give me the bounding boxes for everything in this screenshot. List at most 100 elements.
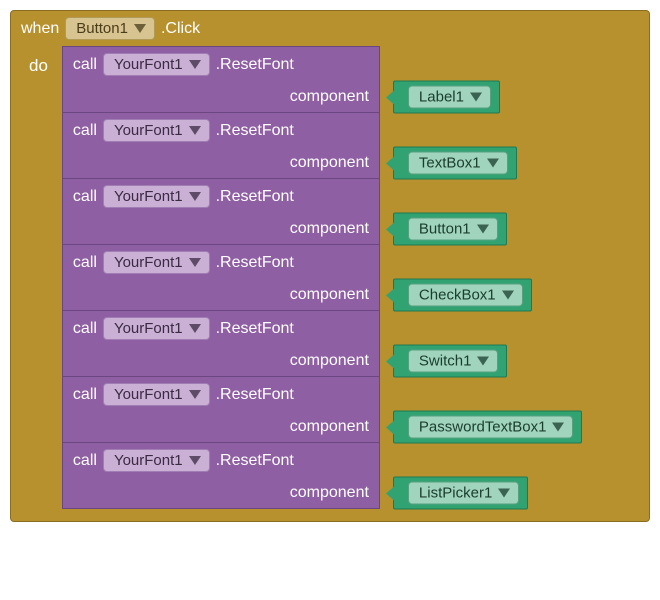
call-method: .ResetFont [216,386,294,404]
call-object-label: YourFont1 [114,56,183,73]
arg-label: component [290,154,369,172]
call-arg-row: componentSwitch1 [63,346,379,376]
call-keyword: call [73,386,97,404]
component-label: Label1 [419,89,464,106]
component-label: Switch1 [419,353,472,370]
call-header: call YourFont1 .ResetFont [63,311,379,346]
arg-label: component [290,88,369,106]
chevron-down-icon [189,324,201,333]
chevron-down-icon [189,126,201,135]
call-block[interactable]: callYourFont1.ResetFontcomponentListPick… [62,443,380,509]
call-arg-row: componentButton1 [63,214,379,244]
component-dropdown[interactable]: PasswordTextBox1 [408,416,574,439]
call-block[interactable]: call YourFont1 .ResetFont componentCheckBox… [62,245,380,311]
call-object-label: YourFont1 [114,254,183,271]
event-header: when Button1 .Click [11,11,649,46]
call-method: .ResetFont [216,56,294,74]
call-method: .ResetFont [216,122,294,140]
call-object-label: YourFont1 [114,452,183,469]
arg-value-block[interactable]: Switch1 [393,345,508,378]
call-header: call YourFont1 .ResetFont [63,245,379,280]
when-keyword: when [21,20,59,38]
call-header: call YourFont1 .ResetFont [63,113,379,148]
call-keyword: call [73,56,97,74]
call-method: .ResetFont [216,320,294,338]
call-object-dropdown[interactable]: YourFont1 [103,53,210,76]
chevron-down-icon [502,291,514,300]
arg-value-block[interactable]: Label1 [393,81,500,114]
component-dropdown[interactable]: Button1 [408,218,498,241]
call-object-dropdown[interactable]: YourFont1 [103,185,210,208]
call-header: call YourFont1 .ResetFont [63,179,379,214]
component-label: PasswordTextBox1 [419,419,547,436]
arg-label: component [290,220,369,238]
call-object-dropdown[interactable]: YourFont1 [103,119,210,142]
call-block[interactable]: call YourFont1 .ResetFont componentSwitch1 [62,311,380,377]
component-dropdown[interactable]: CheckBox1 [408,284,523,307]
component-dropdown[interactable]: ListPicker1 [408,482,519,505]
call-block[interactable]: call YourFont1 .ResetFont componentButton1 [62,179,380,245]
component-dropdown[interactable]: TextBox1 [408,152,508,175]
call-block[interactable]: call YourFont1 .ResetFont componentLabel1 [62,46,380,113]
arg-label: component [290,418,369,436]
do-stack: callYourFont1.ResetFontcomponentLabel1ca… [62,46,380,509]
chevron-down-icon [189,192,201,201]
chevron-down-icon [552,423,564,432]
call-object-label: YourFont1 [114,386,183,403]
call-keyword: call [73,188,97,206]
blocks-canvas[interactable]: when Button1 .Click do call YourFont1 .Res… [10,10,650,522]
component-label: TextBox1 [419,155,481,172]
component-label: ListPicker1 [419,485,492,502]
call-block[interactable]: call YourFont1 .ResetFont componentPassword… [62,377,380,443]
chevron-down-icon [470,93,482,102]
call-arg-row: componentTextBox1 [63,148,379,178]
chevron-down-icon [487,159,499,168]
chevron-down-icon [189,258,201,267]
chevron-down-icon [477,225,489,234]
call-method: .ResetFont [216,188,294,206]
chevron-down-icon [189,390,201,399]
call-keyword: call [73,122,97,140]
arg-value-block[interactable]: TextBox1 [393,147,517,180]
chevron-down-icon [498,489,510,498]
chevron-down-icon [189,60,201,69]
component-label: Button1 [419,221,471,238]
component-label: CheckBox1 [419,287,496,304]
call-keyword: call [73,254,97,272]
arg-value-block[interactable]: Button1 [393,213,507,246]
call-header: call YourFont1 .ResetFont [63,443,379,478]
arg-label: component [290,286,369,304]
call-keyword: call [73,320,97,338]
call-object-label: YourFont1 [114,320,183,337]
arg-value-block[interactable]: CheckBox1 [393,279,532,312]
call-object-dropdown[interactable]: YourFont1 [103,251,210,274]
call-arg-row: componentPasswordTextBox1 [63,412,379,442]
call-object-label: YourFont1 [114,188,183,205]
component-dropdown[interactable]: Switch1 [408,350,499,373]
call-block[interactable]: call YourFont1 .ResetFont componentTextBox1 [62,113,380,179]
arg-value-block[interactable]: PasswordTextBox1 [393,411,583,444]
event-block-button1-click[interactable]: when Button1 .Click do call YourFont1 .Res… [10,10,650,522]
chevron-down-icon [189,456,201,465]
call-keyword: call [73,452,97,470]
call-arg-row: componentCheckBox1 [63,280,379,310]
chevron-down-icon [477,357,489,366]
call-arg-row: componentLabel1 [63,82,379,112]
do-keyword: do [25,46,62,76]
call-object-dropdown[interactable]: YourFont1 [103,383,210,406]
call-object-dropdown[interactable]: YourFont1 [103,449,210,472]
call-method: .ResetFont [216,254,294,272]
component-dropdown[interactable]: Label1 [408,86,491,109]
event-target-dropdown[interactable]: Button1 [65,17,155,40]
chevron-down-icon [134,24,146,33]
event-body: do callYourFont1.ResetFontcomponentLabel… [11,46,649,521]
call-object-label: YourFont1 [114,122,183,139]
call-header: call YourFont1 .ResetFont [63,47,379,82]
call-method: .ResetFont [216,452,294,470]
event-name: .Click [161,20,200,38]
arg-label: component [290,352,369,370]
call-object-dropdown[interactable]: YourFont1 [103,317,210,340]
arg-label: component [290,484,369,502]
arg-value-block[interactable]: ListPicker1 [393,477,528,510]
event-target-label: Button1 [76,20,128,37]
